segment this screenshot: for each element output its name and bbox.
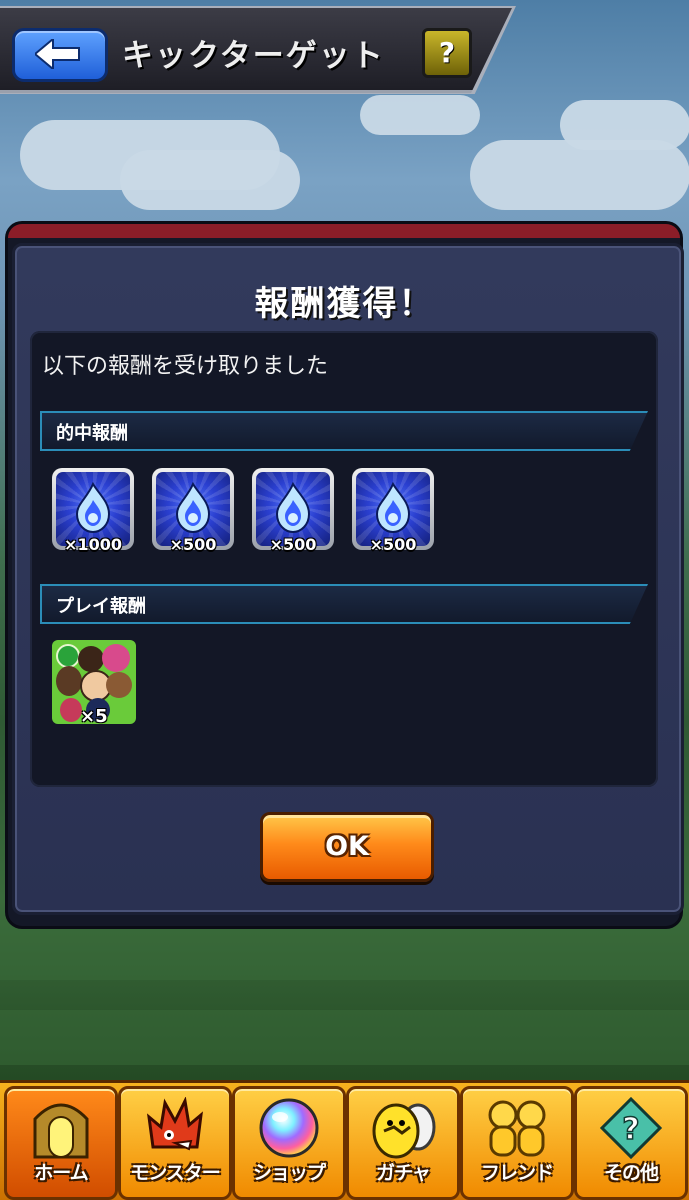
cloud [560, 100, 689, 150]
dialog-title: 報酬獲得！ [254, 284, 435, 324]
help-button[interactable]: ? [422, 28, 472, 78]
home-gate-icon [33, 1103, 89, 1159]
friends-icon [488, 1100, 546, 1157]
blue-flame-orb-icon [75, 482, 111, 534]
cloud [120, 150, 300, 210]
blue-flame-orb-icon [175, 482, 211, 534]
nav-item-monster[interactable]: モンスター [118, 1086, 232, 1200]
nav-label: その他 [603, 1162, 659, 1184]
field-stripe [0, 920, 689, 980]
reward-quantity: ×1000 [64, 535, 122, 554]
other-icon: ? [600, 1097, 662, 1159]
reward-quantity: ×500 [269, 535, 317, 554]
field-stripe [0, 1010, 689, 1065]
section-label: プレイ報酬 [56, 596, 146, 617]
section-label: 的中報酬 [56, 423, 128, 444]
reward-quantity: ×5 [80, 706, 108, 727]
nav-item-gacha[interactable]: ガチャ [346, 1086, 460, 1200]
screen: キックターゲット ? 報酬獲得！ 以下の報酬を受け取りました 的中報酬 ×100… [0, 0, 689, 1200]
svg-text:?: ? [622, 1112, 639, 1147]
cloud [360, 95, 480, 135]
monster-icon [147, 1097, 203, 1151]
back-arrow-icon [35, 39, 80, 69]
nav-label: フレンド [480, 1162, 554, 1184]
nav-item-home[interactable]: ホーム [4, 1086, 118, 1200]
reward-quantity: ×500 [169, 535, 217, 554]
section-header-play-reward: プレイ報酬 [40, 584, 648, 624]
nav-item-shop[interactable]: ショップ [232, 1086, 346, 1200]
reward-item[interactable]: ×500 [352, 468, 434, 554]
reward-item[interactable]: ×500 [152, 468, 234, 554]
page-title: キックターゲット [122, 38, 385, 74]
egg-icon [372, 1103, 436, 1159]
cloud [470, 140, 689, 210]
back-button[interactable] [12, 28, 108, 82]
reward-item[interactable]: ×500 [252, 468, 334, 554]
blue-flame-orb-icon [375, 482, 411, 534]
nav-item-other[interactable]: ? その他 [574, 1086, 688, 1200]
nav-label: ショップ [252, 1162, 326, 1184]
rainbow-orb-icon [259, 1098, 319, 1158]
reward-quantity: ×500 [369, 535, 417, 554]
ok-button[interactable]: OK [260, 812, 434, 882]
nav-label: ホーム [34, 1162, 88, 1184]
dialog-message: 以下の報酬を受け取りました [42, 354, 329, 379]
section-header-hit-reward: 的中報酬 [40, 411, 648, 451]
reward-item[interactable]: ×1000 [52, 468, 134, 554]
nav-label: モンスター [130, 1162, 221, 1184]
blue-flame-orb-icon [275, 482, 311, 534]
nav-item-friend[interactable]: フレンド [460, 1086, 574, 1200]
nav-label: ガチャ [376, 1162, 431, 1184]
